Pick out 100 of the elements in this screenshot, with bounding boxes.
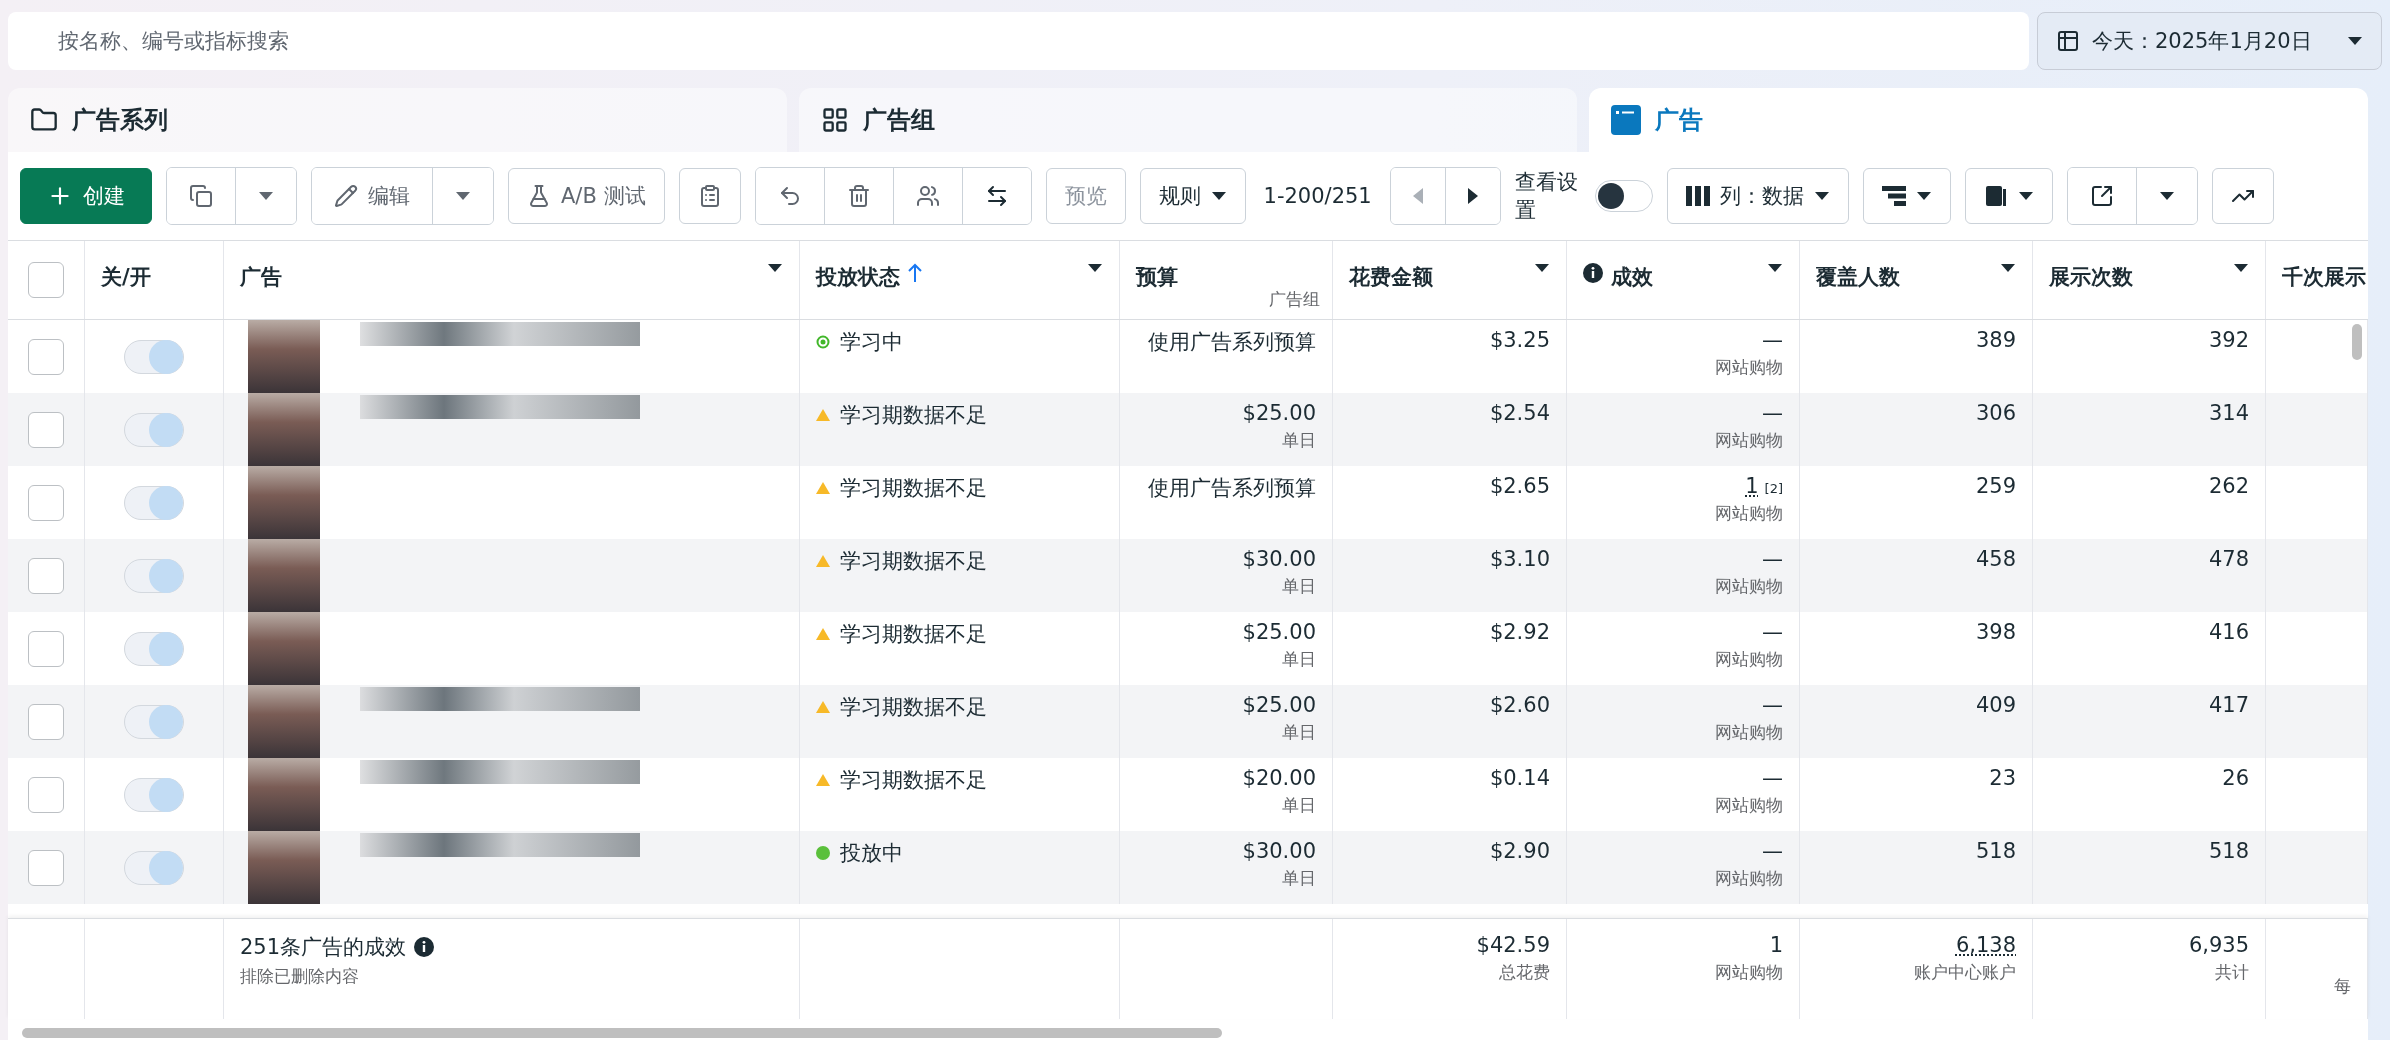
- results-value: —: [1762, 328, 1783, 352]
- grid-icon: [820, 106, 849, 134]
- reach-value: 389: [1975, 328, 2016, 352]
- spend-value: $0.14: [1489, 766, 1550, 790]
- info-icon: [1583, 263, 1603, 283]
- budget-value: $25.00: [1242, 620, 1316, 644]
- row-checkbox[interactable]: [28, 338, 64, 375]
- duplicate-button[interactable]: [167, 168, 236, 224]
- window-icon: [1611, 105, 1642, 135]
- info-icon: [414, 937, 435, 957]
- column-header[interactable]: 投放状态: [800, 241, 1120, 319]
- spend-value: $3.25: [1489, 328, 1550, 352]
- row-checkbox[interactable]: [28, 703, 64, 740]
- total-note: 总花费: [1499, 961, 1550, 984]
- results-value: —: [1762, 547, 1783, 571]
- folder-icon: [30, 106, 58, 134]
- flask-icon: [527, 184, 551, 208]
- breakdown-icon: [1881, 186, 1906, 206]
- column-header[interactable]: 千次展示: [2266, 241, 2390, 319]
- column-header[interactable]: 展示次数: [2033, 241, 2266, 319]
- clipboard-button[interactable]: [678, 168, 741, 224]
- caret-icon: [1087, 263, 1103, 273]
- column-header[interactable]: 覆盖人数: [1800, 241, 2033, 319]
- export-button[interactable]: [2067, 168, 2137, 224]
- columns-button[interactable]: 列：数据: [1666, 168, 1849, 224]
- vertical-scrollbar[interactable]: [2352, 324, 2362, 360]
- undo-button[interactable]: [755, 168, 825, 224]
- reach-value: 259: [1975, 474, 2016, 498]
- rules-button[interactable]: 规则: [1139, 168, 1246, 224]
- ad-toggle[interactable]: [124, 485, 184, 520]
- ad-toggle[interactable]: [124, 631, 184, 666]
- row-checkbox[interactable]: [28, 849, 64, 886]
- breakdown-button[interactable]: [1862, 168, 1951, 224]
- warning-triangle-icon: [816, 555, 830, 567]
- reports-icon: [1983, 184, 2008, 208]
- select-all-checkbox[interactable]: [28, 262, 64, 298]
- results-note: 网站购物: [1715, 356, 1783, 379]
- delivery-status: 学习期数据不足: [816, 766, 987, 794]
- impressions-value: 417: [2208, 693, 2249, 717]
- budget-note: 单日: [1282, 648, 1316, 671]
- edit-button[interactable]: 编辑: [312, 168, 433, 224]
- ad-toggle[interactable]: [124, 339, 184, 374]
- reports-button[interactable]: [1964, 168, 2053, 224]
- sort-up-arrow-icon: [908, 263, 922, 283]
- results-value: —: [1762, 839, 1783, 863]
- column-header[interactable]: 关/开: [85, 241, 224, 319]
- ad-toggle[interactable]: [124, 777, 184, 812]
- ad-toggle[interactable]: [124, 704, 184, 739]
- impressions-value: 518: [2208, 839, 2249, 863]
- ad-toggle[interactable]: [124, 850, 184, 885]
- row-checkbox[interactable]: [28, 484, 64, 521]
- level-tab[interactable]: 广告组: [798, 88, 1578, 152]
- create-button[interactable]: 创建: [20, 168, 152, 224]
- row-checkbox[interactable]: [28, 630, 64, 667]
- warning-triangle-icon: [816, 628, 830, 640]
- total-note: 网站购物: [1715, 961, 1783, 984]
- columns-icon: [1685, 186, 1710, 206]
- warning-triangle-icon: [816, 701, 830, 713]
- results-value: 1: [1745, 474, 1759, 498]
- caret-icon: [258, 191, 274, 201]
- total-spend: $42.59: [1476, 933, 1550, 957]
- column-header[interactable]: 预算 广告组: [1120, 241, 1333, 319]
- level-tab[interactable]: 广告系列: [8, 88, 787, 152]
- people-icon: [915, 184, 940, 208]
- column-header[interactable]: 花费金额: [1333, 241, 1567, 319]
- results-note: 网站购物: [1715, 429, 1783, 452]
- horizontal-scrollbar[interactable]: [22, 1028, 1222, 1038]
- impressions-value: 392: [2208, 328, 2249, 352]
- ab-test-button[interactable]: A/B 测试: [508, 168, 665, 224]
- date-picker-button[interactable]: 今天：2025年1月20日: [2037, 12, 2382, 70]
- level-tab[interactable]: 广告: [1589, 88, 2368, 152]
- row-checkbox[interactable]: [28, 776, 64, 813]
- results-note: 网站购物: [1715, 794, 1783, 817]
- impressions-value: 314: [2208, 401, 2249, 425]
- column-header[interactable]: 成效: [1567, 241, 1800, 319]
- spend-value: $3.10: [1489, 547, 1550, 571]
- search-field[interactable]: 按名称、编号或指标搜索: [8, 12, 2029, 70]
- caret-icon: [767, 263, 783, 273]
- export-icon: [2089, 184, 2114, 208]
- summary-title: 251条广告的成效: [240, 934, 407, 961]
- impressions-value: 416: [2208, 620, 2249, 644]
- ad-toggle[interactable]: [124, 558, 184, 593]
- column-header[interactable]: 广告: [224, 241, 800, 319]
- chart-button[interactable]: [2211, 168, 2274, 224]
- delivery-status: 学习期数据不足: [816, 547, 987, 575]
- pagination-text: 1-200/251: [1263, 184, 1372, 208]
- spend-value: $2.54: [1489, 401, 1550, 425]
- view-settings-label: 查看设置: [1514, 169, 1579, 224]
- total-reach: 6,138: [1955, 933, 2016, 957]
- reach-value: 518: [1975, 839, 2016, 863]
- spend-value: $2.60: [1489, 693, 1550, 717]
- status-ring-icon: [816, 335, 830, 349]
- warning-triangle-icon: [816, 774, 830, 786]
- row-checkbox[interactable]: [28, 557, 64, 594]
- caret-icon: [2017, 191, 2034, 201]
- row-checkbox[interactable]: [28, 411, 64, 448]
- ad-toggle[interactable]: [124, 412, 184, 447]
- view-settings-switch[interactable]: [1594, 180, 1653, 212]
- budget-note: 单日: [1282, 575, 1316, 598]
- caret-icon: [2347, 36, 2363, 46]
